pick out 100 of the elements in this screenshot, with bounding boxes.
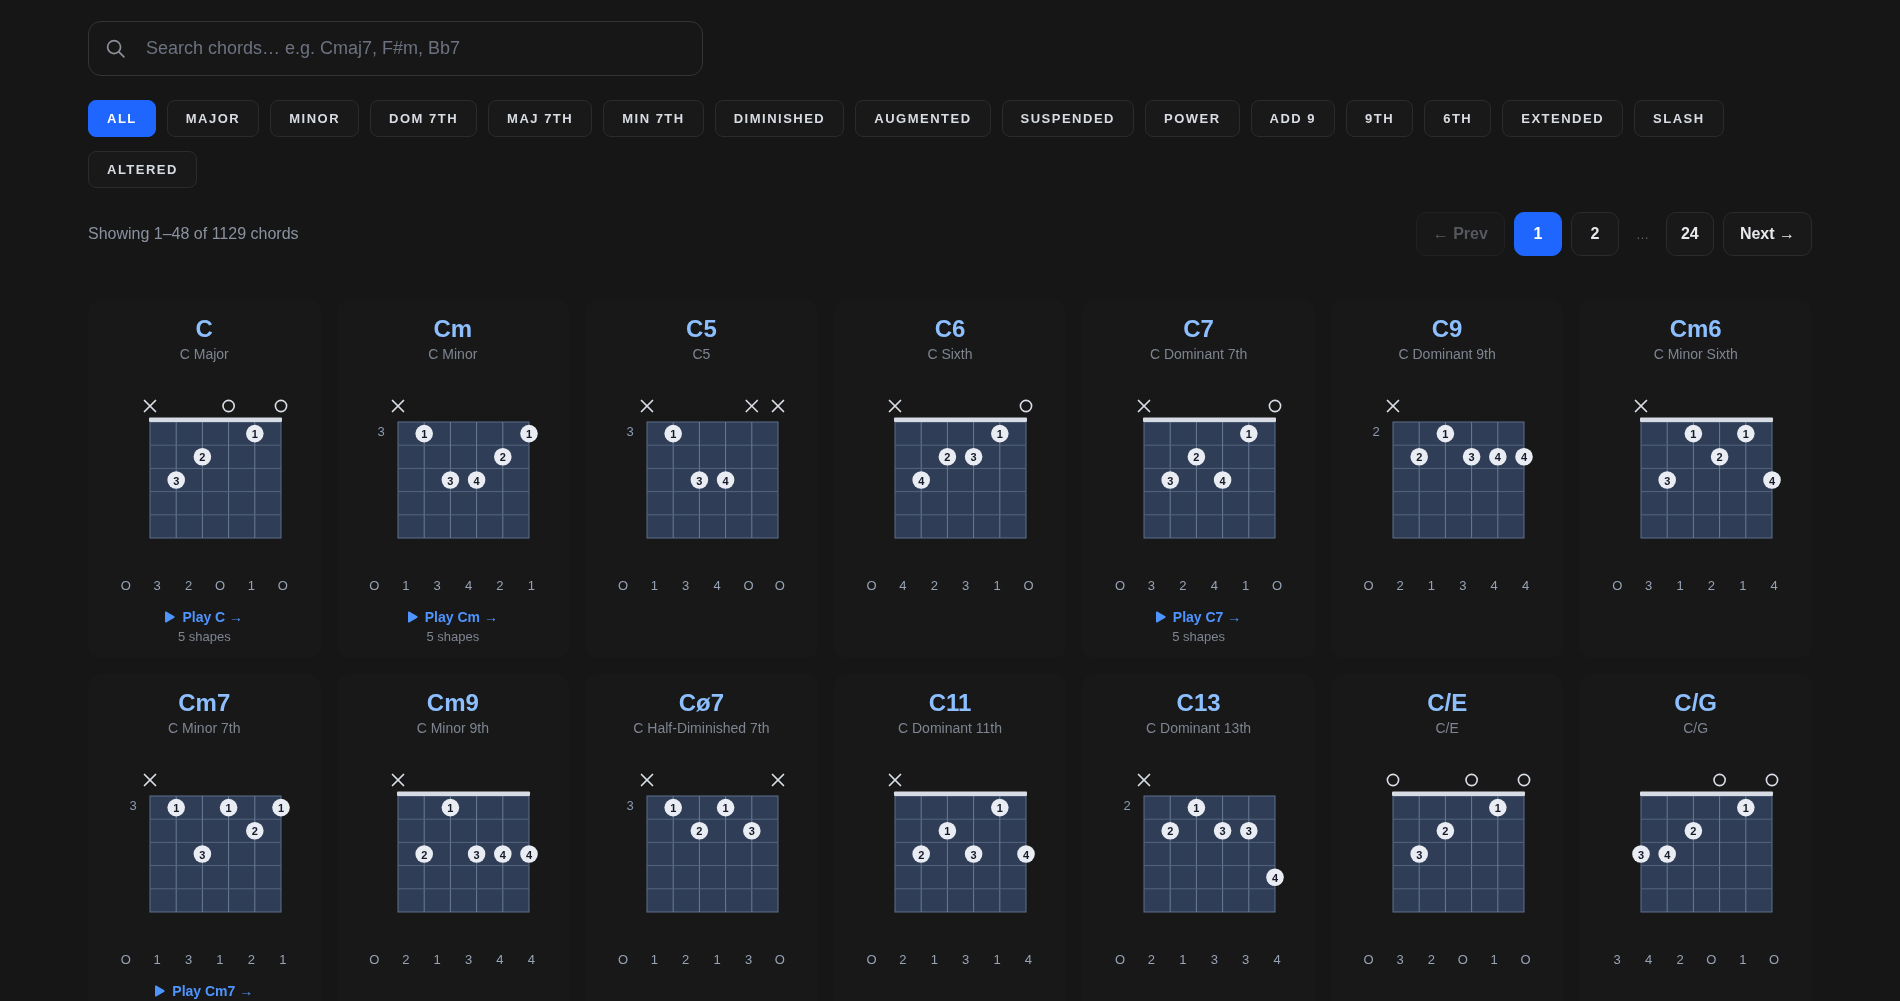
chord-name: C13 — [1176, 688, 1221, 718]
finger-number: 2 — [930, 577, 938, 595]
finger-number: O — [866, 577, 877, 595]
finger-dot: 3 — [441, 471, 460, 489]
finger-number: 1 — [153, 951, 161, 969]
finger-dot: 4 — [716, 471, 735, 489]
finger-number: 2 — [1396, 577, 1404, 595]
chord-full-name: C Dominant 9th — [1398, 345, 1496, 363]
finger-dot: 1 — [1737, 424, 1755, 443]
chord-full-name: C Dominant 11th — [898, 719, 1002, 737]
search-field[interactable]: Search chords… e.g. Cmaj7, F#m, Bb7 — [88, 21, 703, 76]
finger-dot: 2 — [415, 845, 434, 863]
next-page-button[interactable]: Next → — [1722, 212, 1812, 256]
finger-number: O — [1115, 577, 1126, 595]
filter-chip[interactable]: MIN 7TH — [603, 100, 704, 137]
page-ellipsis: … — [1634, 226, 1650, 242]
play-icon — [165, 611, 176, 623]
finger-number: O — [277, 577, 288, 595]
finger-dot: 3 — [690, 471, 709, 489]
finger-dot: 1 — [219, 798, 238, 817]
finger-number: 4 — [1273, 951, 1281, 969]
shape-count: 5 shapes — [177, 629, 231, 645]
filter-chip[interactable]: ADD 9 — [1250, 100, 1336, 137]
page-button[interactable]: 2 — [1570, 212, 1619, 256]
finger-number: 2 — [402, 951, 410, 969]
chord-full-name: C Major — [179, 345, 229, 363]
finger-dot: 1 — [415, 424, 434, 443]
finger-number: 3 — [1396, 951, 1404, 969]
chord-full-name: C5 — [692, 345, 711, 363]
chord-full-name: C Dominant 13th — [1146, 719, 1252, 737]
filter-chip[interactable]: ALTERED — [88, 151, 197, 188]
filter-chip[interactable]: POWER — [1144, 100, 1240, 137]
filter-chip[interactable]: EXTENDED — [1502, 100, 1624, 137]
chord-full-name: C Dominant 7th — [1149, 345, 1248, 363]
cross-icon — [889, 399, 902, 413]
filter-chip[interactable]: 9TH — [1346, 100, 1414, 137]
play-link[interactable]: Play C7 → — [1155, 608, 1242, 626]
finger-number: 3 — [1613, 951, 1621, 969]
play-link[interactable]: Play Cm → — [407, 608, 498, 626]
finger-dot: 1 — [991, 798, 1010, 817]
finger-number: O — [1115, 951, 1126, 969]
filter-chip[interactable]: MAJOR — [166, 100, 260, 137]
page-button[interactable]: 24 — [1665, 212, 1714, 256]
finger-number: 1 — [527, 577, 535, 595]
finger-dot: 4 — [912, 471, 931, 489]
finger-number: 4 — [496, 951, 504, 969]
finger-number: O — [617, 951, 628, 969]
finger-number: 1 — [433, 951, 441, 969]
finger-number: O — [1612, 577, 1623, 595]
finger-dot: 3 — [1632, 845, 1650, 863]
shape-count: 5 shapes — [426, 629, 480, 645]
finger-number: O — [120, 951, 131, 969]
finger-number: 4 — [1024, 951, 1033, 969]
play-link[interactable]: Play Cm7 → — [155, 982, 254, 1000]
chord-name: Cm9 — [426, 688, 479, 718]
fret-number: 2 — [1372, 424, 1380, 440]
finger-number: O — [1023, 577, 1034, 595]
filter-chip[interactable]: 6TH — [1424, 100, 1492, 137]
filter-chip[interactable]: SUSPENDED — [1001, 100, 1134, 137]
chord-name: C9 — [1431, 314, 1463, 344]
finger-dot: 1 — [1240, 424, 1258, 443]
finger-number: 2 — [1147, 951, 1156, 969]
finger-dot: 3 — [167, 471, 185, 489]
finger-dot: 1 — [1488, 798, 1507, 817]
filter-chip[interactable]: DOM 7TH — [370, 100, 478, 137]
finger-dot: 3 — [1410, 845, 1428, 863]
play-icon — [407, 611, 418, 623]
chord-name: Cm6 — [1669, 314, 1722, 344]
finger-dot: 2 — [494, 448, 512, 466]
cross-icon — [771, 773, 785, 787]
filter-chip[interactable]: MINOR — [270, 100, 360, 137]
ring-icon — [1464, 773, 1478, 787]
filter-chip[interactable]: MAJ 7TH — [488, 100, 593, 137]
finger-number: 1 — [993, 951, 1001, 969]
finger-number: O — [774, 951, 785, 969]
fret-number: 3 — [626, 798, 634, 814]
finger-dot: 3 — [1240, 822, 1258, 840]
chord-name: C5 — [686, 314, 717, 344]
finger-number: 4 — [527, 951, 535, 969]
filter-chip[interactable]: SLASH — [1634, 100, 1724, 137]
finger-number: O — [120, 577, 131, 595]
filter-chip[interactable]: ALL — [88, 100, 156, 137]
finger-number: 1 — [402, 577, 410, 595]
chord-name: C11 — [928, 688, 972, 718]
play-link[interactable]: Play C → — [165, 608, 244, 626]
finger-number: O — [1769, 951, 1780, 969]
filter-chip[interactable]: DIMINISHED — [714, 100, 845, 137]
page-button[interactable]: 1 — [1513, 212, 1562, 256]
finger-number: 4 — [1522, 577, 1530, 595]
finger-dot: 1 — [1737, 798, 1755, 817]
finger-number: 2 — [1676, 951, 1684, 969]
finger-dot: 2 — [1161, 822, 1180, 840]
finger-number: 3 — [1645, 577, 1653, 595]
chord-name: C/G — [1674, 688, 1718, 718]
finger-dot: 1 — [245, 424, 264, 443]
chord-name: Cm7 — [178, 688, 231, 718]
finger-dot: 2 — [939, 448, 957, 466]
finger-dot: 3 — [965, 448, 983, 466]
finger-number: 3 — [744, 951, 753, 969]
filter-chip[interactable]: AUGMENTED — [855, 100, 991, 137]
